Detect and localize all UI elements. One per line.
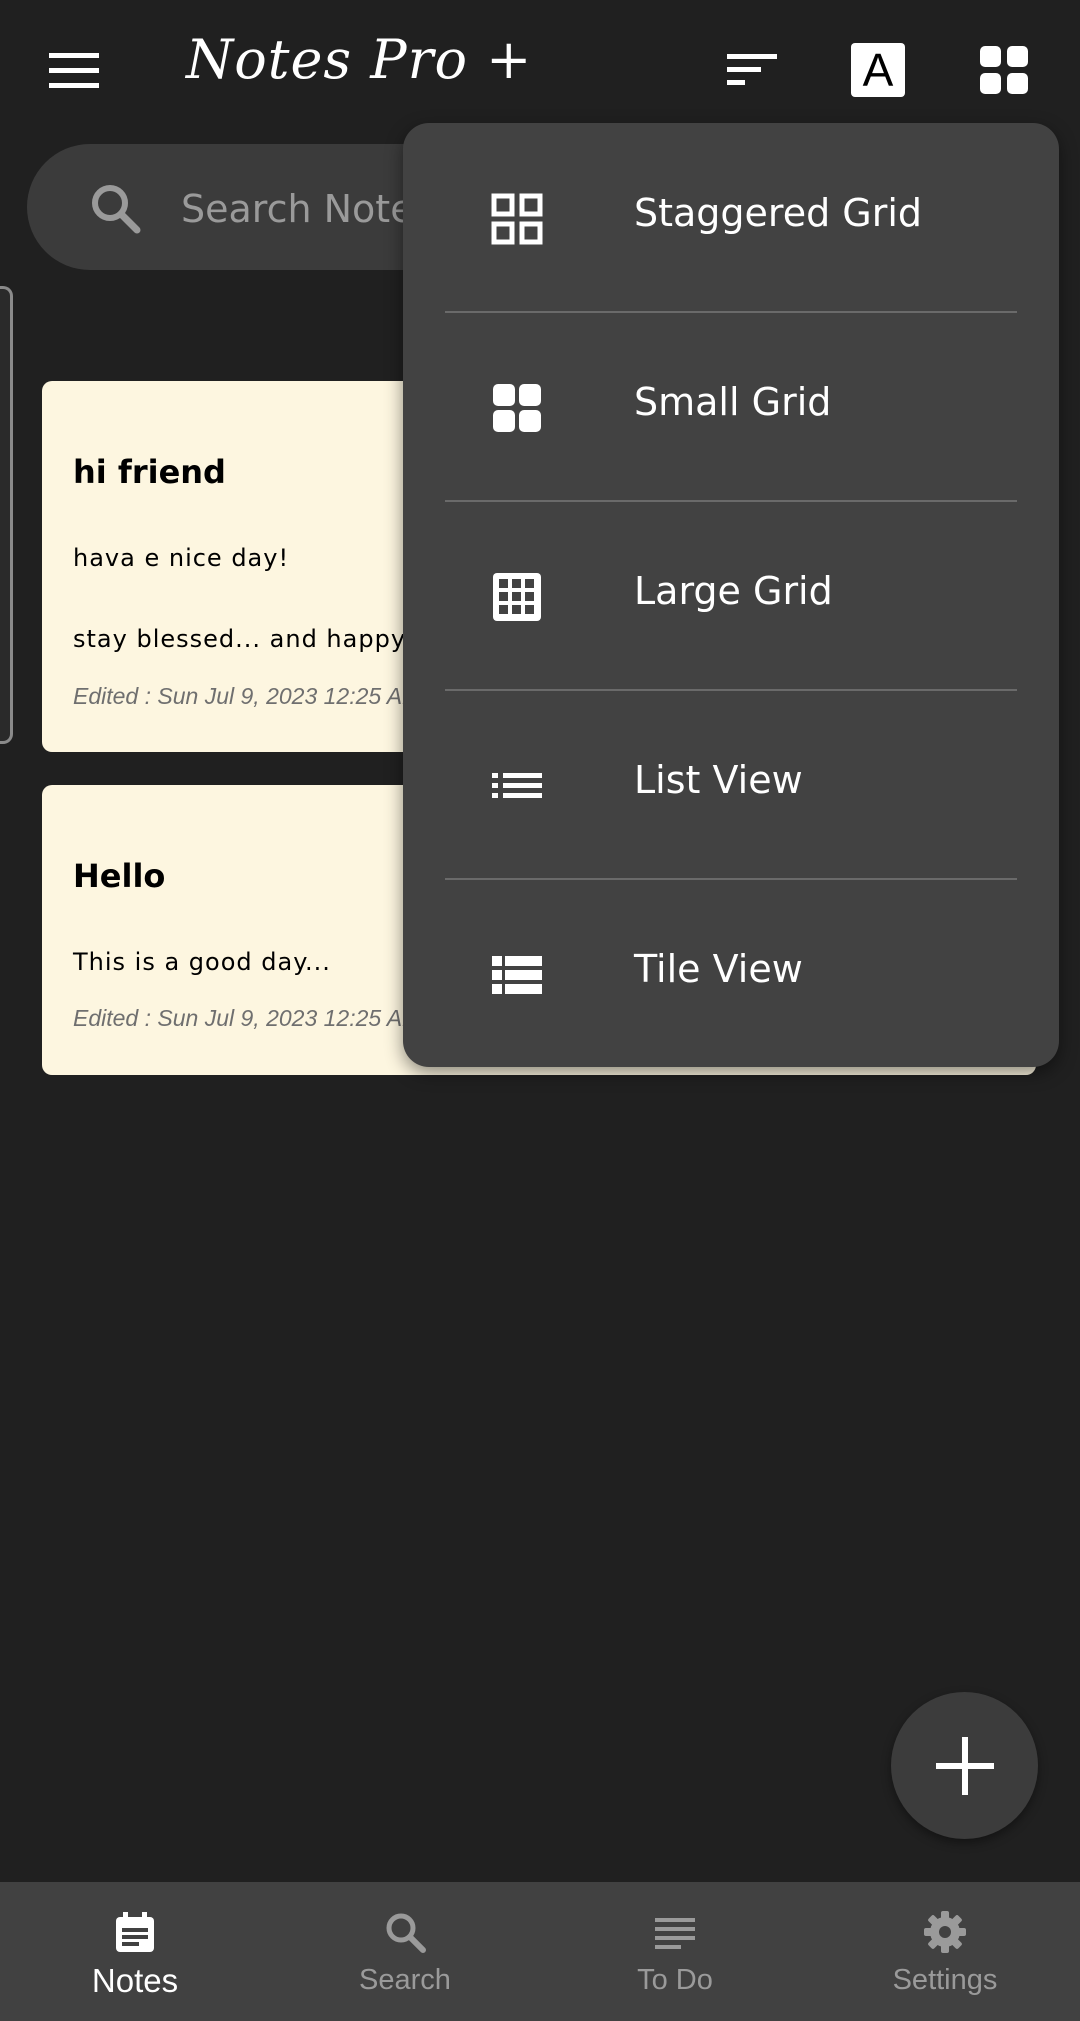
menu-item-staggered-grid[interactable]: Staggered Grid bbox=[403, 123, 1059, 312]
nav-item-settings[interactable]: Settings bbox=[810, 1882, 1080, 2021]
settings-icon bbox=[924, 1911, 966, 1953]
plus-icon bbox=[935, 1736, 994, 1795]
list-view-icon bbox=[492, 773, 542, 798]
nav-label: Settings bbox=[892, 1964, 998, 1996]
staggered-grid-icon bbox=[491, 193, 543, 245]
font-button[interactable]: A bbox=[851, 43, 905, 97]
menu-item-large-grid[interactable]: Large Grid bbox=[403, 501, 1059, 690]
note-body-line: This is a good day... bbox=[73, 948, 331, 976]
hamburger-icon bbox=[49, 53, 99, 88]
note-title: hi friend bbox=[73, 453, 226, 491]
note-title: Hello bbox=[73, 857, 166, 895]
nav-label: Notes bbox=[91, 1962, 179, 1999]
small-grid-icon bbox=[980, 46, 1028, 94]
nav-label: To Do bbox=[637, 1964, 713, 1996]
nav-label: Search bbox=[359, 1964, 451, 1996]
notes-icon bbox=[116, 1912, 154, 1952]
search-icon bbox=[386, 1913, 426, 1953]
tile-view-icon bbox=[492, 956, 542, 994]
menu-item-tile-view[interactable]: Tile View bbox=[403, 879, 1059, 1068]
nav-item-todo[interactable]: To Do bbox=[540, 1882, 810, 2021]
bottom-navigation: Notes Search To Do Settings bbox=[0, 1882, 1080, 2021]
add-note-button[interactable] bbox=[891, 1692, 1038, 1839]
menu-item-label: List View bbox=[634, 758, 803, 802]
menu-item-label: Tile View bbox=[634, 947, 803, 991]
note-edited-date: Edited : Sun Jul 9, 2023 12:25 AM bbox=[73, 683, 422, 709]
note-edited-date: Edited : Sun Jul 9, 2023 12:25 AM bbox=[73, 1005, 422, 1031]
sort-icon bbox=[727, 54, 777, 85]
side-drawer-handle[interactable] bbox=[0, 286, 13, 744]
nav-item-notes[interactable]: Notes bbox=[0, 1882, 270, 2021]
view-mode-button[interactable] bbox=[978, 44, 1030, 96]
todo-icon bbox=[655, 1918, 695, 1949]
search-icon bbox=[92, 185, 141, 234]
sort-button[interactable] bbox=[722, 44, 784, 96]
menu-item-label: Large Grid bbox=[634, 569, 833, 613]
top-app-bar: Notes Pro + A bbox=[0, 0, 1080, 140]
nav-item-search[interactable]: Search bbox=[270, 1882, 540, 2021]
app-title: Notes Pro + bbox=[186, 28, 533, 91]
font-icon: A bbox=[862, 44, 894, 96]
small-grid-icon bbox=[493, 384, 541, 432]
note-body-line: hava e nice day! bbox=[73, 544, 290, 572]
menu-item-small-grid[interactable]: Small Grid bbox=[403, 312, 1059, 501]
menu-item-label: Staggered Grid bbox=[634, 191, 923, 235]
large-grid-icon bbox=[493, 573, 541, 621]
menu-item-list-view[interactable]: List View bbox=[403, 690, 1059, 879]
note-body-line: stay blessed... and happy a bbox=[73, 625, 431, 653]
view-mode-menu: Staggered Grid Small Grid Large Grid Lis… bbox=[403, 123, 1059, 1067]
menu-item-label: Small Grid bbox=[634, 380, 832, 424]
menu-button[interactable] bbox=[42, 42, 106, 98]
